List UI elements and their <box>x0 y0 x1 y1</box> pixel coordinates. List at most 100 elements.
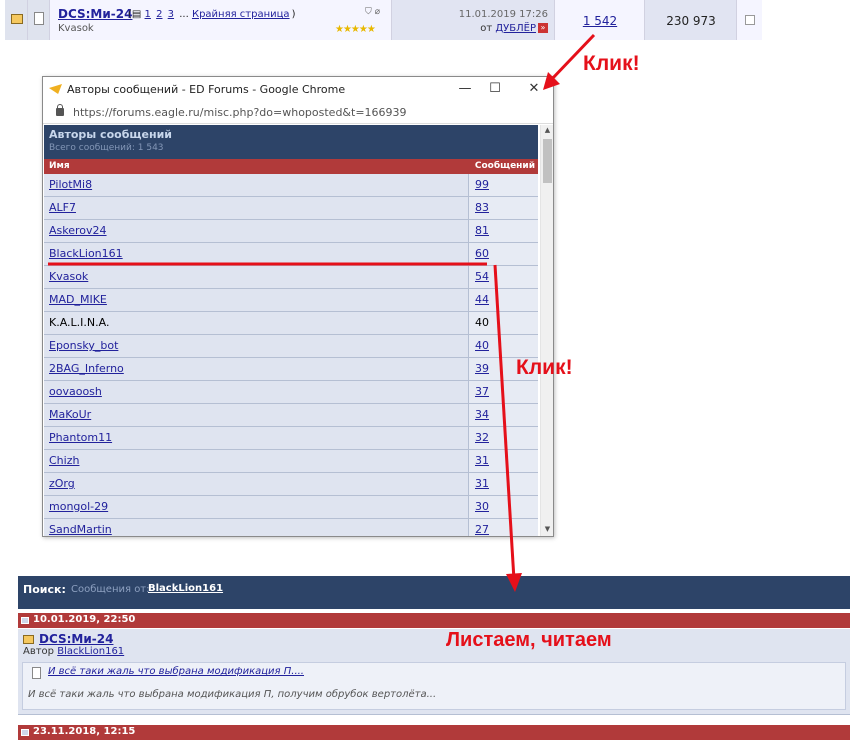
replies-link[interactable]: 1 542 <box>555 14 645 28</box>
page-link-2[interactable]: 2 <box>156 9 162 20</box>
poster-name-link[interactable]: PilotMi8 <box>49 178 92 191</box>
poster-name-link[interactable]: Eponsky_bot <box>49 339 118 352</box>
replies-cell: 1 542 <box>555 0 645 40</box>
poster-count-cell: 31 <box>468 450 538 472</box>
poster-row: mongol-29 30 <box>44 496 538 519</box>
poster-name-link[interactable]: mongol-29 <box>49 500 108 513</box>
post-document-icon <box>32 667 41 679</box>
search-header: Поиск: Сообщения от: BlackLion161 <box>18 576 850 609</box>
post-thread-link[interactable]: DCS:Ми-24 <box>39 632 113 646</box>
thread-title-link[interactable]: DCS:Ми-24 <box>58 7 132 21</box>
poster-count-link[interactable]: 39 <box>475 362 489 375</box>
column-count-header: Сообщений <box>474 161 535 171</box>
poster-name-link[interactable]: oovaoosh <box>49 385 102 398</box>
poster-count-link[interactable]: 27 <box>475 523 489 536</box>
poster-count-cell: 40 <box>468 335 538 357</box>
window-scrollbar[interactable]: ▲ ▼ <box>540 125 553 536</box>
panel-title: Авторы сообщений <box>49 128 173 141</box>
poster-count-cell: 40 <box>468 312 538 334</box>
poster-name-link[interactable]: zOrg <box>49 477 75 490</box>
post-date-bar-2: 23.11.2018, 12:15 <box>18 725 850 740</box>
poster-count-cell: 27 <box>468 519 538 536</box>
poster-name-link[interactable]: MaKoUr <box>49 408 91 421</box>
search-post: DCS:Ми-24 Автор BlackLion161 И всё таки … <box>18 629 850 715</box>
poster-count-link[interactable]: 31 <box>475 477 489 490</box>
thread-folder-icon <box>23 635 34 644</box>
poster-name-link[interactable]: SandMartin <box>49 523 112 536</box>
close-button[interactable]: ✕ <box>522 80 546 98</box>
scroll-up-arrow[interactable]: ▲ <box>541 126 554 136</box>
address-url[interactable]: https://forums.eagle.ru/misc.php?do=whop… <box>73 106 407 119</box>
poster-count-link[interactable]: 30 <box>475 500 489 513</box>
rating-stars: ★★★★★ <box>335 24 376 35</box>
poster-count-link[interactable]: 31 <box>475 454 489 467</box>
address-bar[interactable]: https://forums.eagle.ru/misc.php?do=whop… <box>43 102 553 124</box>
annotation-click-middle: Клик! <box>516 356 573 379</box>
poster-name-link[interactable]: Phantom11 <box>49 431 112 444</box>
minimize-button[interactable]: — <box>453 80 477 98</box>
poster-count-link[interactable]: 83 <box>475 201 489 214</box>
annotation-scroll-read: Листаем, читаем <box>446 629 612 651</box>
views-cell: 230 973 <box>645 0 737 40</box>
poster-name-link[interactable]: 2BAG_Inferno <box>49 362 124 375</box>
poster-count-cell: 44 <box>468 289 538 311</box>
poster-name-link[interactable]: MAD_MIKE <box>49 293 107 306</box>
poster-row: ALF7 83 <box>44 197 538 220</box>
search-label: Поиск: <box>23 583 66 596</box>
search-user-link[interactable]: BlackLion161 <box>148 583 223 594</box>
poster-count-cell: 83 <box>468 197 538 219</box>
select-cell <box>737 0 762 40</box>
thread-author[interactable]: Kvasok <box>58 23 94 34</box>
poster-count-cell: 32 <box>468 427 538 449</box>
poster-count-link[interactable]: 34 <box>475 408 489 421</box>
post-date-bar: 10.01.2019, 22:50 <box>18 613 850 628</box>
poster-count-link[interactable]: 40 <box>475 339 489 352</box>
lock-icon <box>56 104 64 116</box>
poster-count-link[interactable]: 99 <box>475 178 489 191</box>
poster-count-link[interactable]: 54 <box>475 270 489 283</box>
poster-name-link[interactable]: Chizh <box>49 454 79 467</box>
post-preview: И всё таки жаль что выбрана модификация … <box>22 662 846 710</box>
page-link-3[interactable]: 3 <box>168 9 174 20</box>
post-preview-link[interactable]: И всё таки жаль что выбрана модификация … <box>48 666 304 677</box>
window-titlebar[interactable]: Авторы сообщений - ED Forums - Google Ch… <box>43 77 553 102</box>
poster-count-link[interactable]: 37 <box>475 385 489 398</box>
poster-count-link[interactable]: 81 <box>475 224 489 237</box>
page-ellipsis: ... <box>179 9 189 20</box>
poster-row: MAD_MIKE 44 <box>44 289 538 312</box>
maximize-button[interactable]: ☐ <box>483 80 507 98</box>
site-logo-icon <box>49 84 62 94</box>
window-title: Авторы сообщений - ED Forums - Google Ch… <box>67 83 346 96</box>
scroll-thumb[interactable] <box>543 139 552 183</box>
thread-checkbox[interactable] <box>745 15 755 25</box>
post-author-link[interactable]: BlackLion161 <box>57 646 124 657</box>
folder-icon <box>11 14 23 24</box>
pages-icon: ▤ <box>131 9 142 20</box>
poster-name-link[interactable]: Askerov24 <box>49 224 107 237</box>
poster-count-link[interactable]: 44 <box>475 293 489 306</box>
panel-subtitle: Всего сообщений: 1 543 <box>49 143 164 153</box>
last-post-cell: 11.01.2019 17:26 от ДУБЛЁР» <box>392 0 555 40</box>
post-preview-text: И всё таки жаль что выбрана модификация … <box>28 689 437 700</box>
poster-list: PilotMi8 99 ALF7 83 Askerov24 81 BlackLion161 6… <box>44 174 538 536</box>
poster-count-link[interactable]: 32 <box>475 431 489 444</box>
last-page-link[interactable]: Крайняя страница <box>192 9 290 20</box>
poster-count-link[interactable]: 60 <box>475 247 489 260</box>
thread-row: DCS:Ми-24 (▤ 1 2 3 ... Крайняя страница)… <box>5 0 762 40</box>
who-posted-window: Авторы сообщений - ED Forums - Google Ch… <box>42 76 554 537</box>
poster-row: K.A.L.I.N.A. 40 <box>44 312 538 335</box>
poster-count-cell: 37 <box>468 381 538 403</box>
document-icon <box>34 12 44 25</box>
poster-count-cell: 54 <box>468 266 538 288</box>
poster-name-link[interactable]: ALF7 <box>49 201 76 214</box>
poster-row: zOrg 31 <box>44 473 538 496</box>
scroll-down-arrow[interactable]: ▼ <box>541 525 554 535</box>
last-post-author-link[interactable]: ДУБЛЁР <box>495 23 536 34</box>
post-icon-2 <box>21 729 29 736</box>
poster-name-link[interactable]: Kvasok <box>49 270 88 283</box>
poster-name-link[interactable]: BlackLion161 <box>49 247 123 260</box>
thread-status-cell <box>5 0 28 40</box>
page-link-1[interactable]: 1 <box>145 9 151 20</box>
go-to-last-post-icon[interactable]: » <box>538 23 548 33</box>
post-author: Автор BlackLion161 <box>23 646 124 657</box>
